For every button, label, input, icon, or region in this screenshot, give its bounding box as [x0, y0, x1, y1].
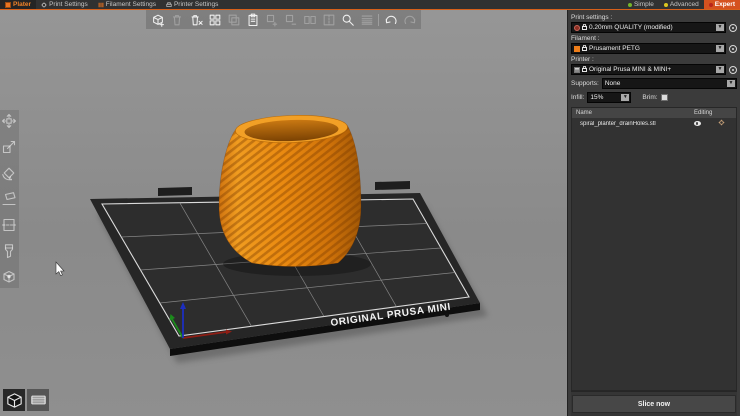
redo-icon[interactable]: [402, 12, 417, 27]
tab-plater-label: Plater: [13, 1, 31, 8]
top-tab-bar: Plater Print Settings Filament Settings …: [0, 0, 740, 10]
printer-icon: [166, 2, 172, 8]
chevron-down-icon: ▼: [621, 94, 629, 101]
edit-filament-button[interactable]: [729, 45, 737, 53]
supports-value: None: [605, 80, 621, 87]
edit-printer-button[interactable]: [729, 66, 737, 74]
cut-icon[interactable]: [1, 217, 17, 233]
tab-printer-settings[interactable]: Printer Settings: [161, 0, 223, 9]
undo-icon[interactable]: [383, 12, 398, 27]
infill-label: Infill:: [571, 94, 584, 101]
gizmo-toolbar: [0, 110, 19, 288]
delete-all-icon[interactable]: [188, 12, 203, 27]
object-list: Name Editing spiral_planter_drainHoles.s…: [571, 107, 737, 391]
add-icon[interactable]: [150, 12, 165, 27]
gear-icon: [41, 2, 47, 8]
brim-checkbox[interactable]: [661, 94, 668, 101]
object-list-header: Name Editing: [572, 108, 736, 118]
expert-mode-dot-icon: [709, 3, 713, 7]
filament-icon: [98, 2, 104, 8]
visibility-eye-icon[interactable]: [694, 121, 701, 126]
add-instance-icon[interactable]: [264, 12, 279, 27]
copy-icon[interactable]: [226, 12, 241, 27]
remove-instance-icon[interactable]: [283, 12, 298, 27]
lock-icon: [582, 66, 587, 74]
split-to-parts-icon[interactable]: [321, 12, 336, 27]
tab-filament-settings-label: Filament Settings: [106, 1, 156, 8]
infill-value: 15%: [590, 94, 603, 101]
settings-sidebar: Print settings : 0.20mm QUALITY (modifie…: [567, 10, 740, 416]
tab-plater[interactable]: Plater: [0, 0, 36, 9]
mode-advanced[interactable]: Advanced: [659, 0, 704, 9]
chevron-down-icon: ▼: [716, 66, 724, 73]
mode-switcher: Simple Advanced Expert: [623, 0, 740, 9]
print-settings-combo[interactable]: 0.20mm QUALITY (modified) ▼: [571, 22, 726, 33]
prusaslicer-window: Plater Print Settings Filament Settings …: [0, 0, 740, 416]
toolbar-separator: [378, 14, 379, 26]
mode-expert[interactable]: Expert: [704, 0, 740, 9]
mode-advanced-label: Advanced: [670, 1, 699, 8]
lock-icon: [582, 45, 587, 53]
editing-gear-icon[interactable]: [718, 119, 725, 128]
chevron-down-icon: ▼: [716, 24, 724, 31]
paste-icon[interactable]: [245, 12, 260, 27]
filament-value: Prusament PETG: [589, 45, 640, 52]
mode-simple-label: Simple: [634, 1, 654, 8]
print-settings-value: 0.20mm QUALITY (modified): [589, 24, 673, 31]
mode-simple[interactable]: Simple: [623, 0, 659, 9]
view-toolbar: [3, 389, 49, 411]
place-on-face-icon[interactable]: [1, 191, 17, 207]
model-spiral-planter[interactable]: [219, 114, 361, 267]
tab-printer-settings-label: Printer Settings: [174, 1, 218, 8]
split-to-objects-icon[interactable]: [302, 12, 317, 27]
infill-combo[interactable]: 15% ▼: [587, 92, 631, 103]
3d-editor-view-icon[interactable]: [3, 389, 25, 411]
mode-expert-label: Expert: [715, 1, 735, 8]
arrange-icon[interactable]: [207, 12, 222, 27]
scale-icon[interactable]: [1, 139, 17, 155]
printer-value: Original Prusa MINI & MINI+: [589, 66, 671, 73]
scene-canvas: ORIGINAL PRUSA MINI: [0, 10, 567, 416]
slice-area: Slice now: [571, 391, 737, 416]
simple-mode-dot-icon: [628, 3, 632, 7]
variable-layer-height-icon[interactable]: [359, 12, 374, 27]
supports-label: Supports:: [571, 80, 599, 87]
chevron-down-icon: ▼: [716, 45, 724, 52]
column-name-header: Name: [572, 110, 694, 116]
mouse-cursor: [56, 262, 64, 276]
object-list-row[interactable]: spiral_planter_drainHoles.stl: [572, 118, 736, 129]
lock-icon: [582, 24, 587, 32]
delete-icon[interactable]: [169, 12, 184, 27]
printer-combo[interactable]: Original Prusa MINI & MINI+ ▼: [571, 64, 726, 75]
filament-label: Filament :: [571, 35, 737, 42]
rotate-icon[interactable]: [1, 165, 17, 181]
printer-label: Printer :: [571, 56, 737, 63]
tab-print-settings-label: Print Settings: [49, 1, 88, 8]
chevron-down-icon: ▼: [727, 80, 735, 87]
edit-print-settings-button[interactable]: [729, 24, 737, 32]
printer-preset-icon: [574, 67, 580, 73]
advanced-mode-dot-icon: [664, 3, 668, 7]
plater-icon: [5, 2, 11, 8]
main-toolbar: [146, 10, 421, 29]
print-settings-label: Print settings :: [571, 14, 737, 21]
filament-color-swatch: [574, 46, 580, 52]
move-icon[interactable]: [1, 113, 17, 129]
tab-print-settings[interactable]: Print Settings: [36, 0, 93, 9]
print-settings-preset-icon: [574, 25, 580, 31]
slice-now-button[interactable]: Slice now: [572, 395, 736, 413]
viewport-3d[interactable]: ORIGINAL PRUSA MINI: [0, 10, 567, 416]
column-editing-header: Editing: [694, 110, 736, 116]
supports-combo[interactable]: None ▼: [602, 78, 737, 89]
object-name: spiral_planter_drainHoles.stl: [572, 121, 688, 127]
seam-icon[interactable]: [1, 269, 17, 285]
preview-icon[interactable]: [27, 389, 49, 411]
search-icon[interactable]: [340, 12, 355, 27]
paint-on-supports-icon[interactable]: [1, 243, 17, 259]
tab-filament-settings[interactable]: Filament Settings: [93, 0, 161, 9]
filament-combo[interactable]: Prusament PETG ▼: [571, 43, 726, 54]
brim-label: Brim:: [642, 94, 657, 101]
